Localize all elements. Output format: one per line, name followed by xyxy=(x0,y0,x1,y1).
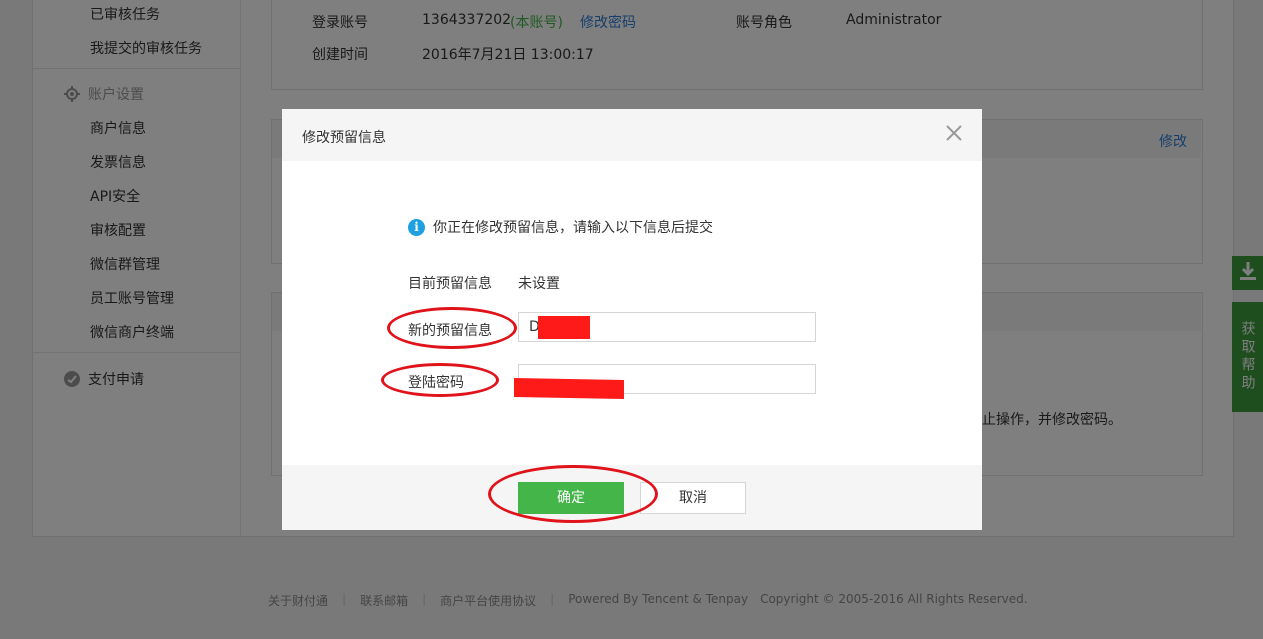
info-icon: i xyxy=(408,218,425,236)
current-info-label: 目前预留信息 xyxy=(408,276,492,292)
annotation-circle xyxy=(387,307,517,349)
annotation-circle xyxy=(488,465,658,523)
close-icon[interactable] xyxy=(944,123,964,143)
redaction-mark xyxy=(514,378,624,399)
current-info-value: 未设置 xyxy=(518,276,560,292)
redaction-mark xyxy=(538,316,590,339)
dialog-title: 修改预留信息 xyxy=(302,130,386,146)
notice-text: 你正在修改预留信息，请输入以下信息后提交 xyxy=(433,220,713,236)
annotation-circle xyxy=(381,363,499,397)
dialog-header: 修改预留信息 xyxy=(282,109,982,161)
dialog-notice: i 你正在修改预留信息，请输入以下信息后提交 xyxy=(408,217,713,237)
edit-reserved-info-dialog: 修改预留信息 i 你正在修改预留信息，请输入以下信息后提交 目前预留信息 未设置… xyxy=(282,109,982,530)
